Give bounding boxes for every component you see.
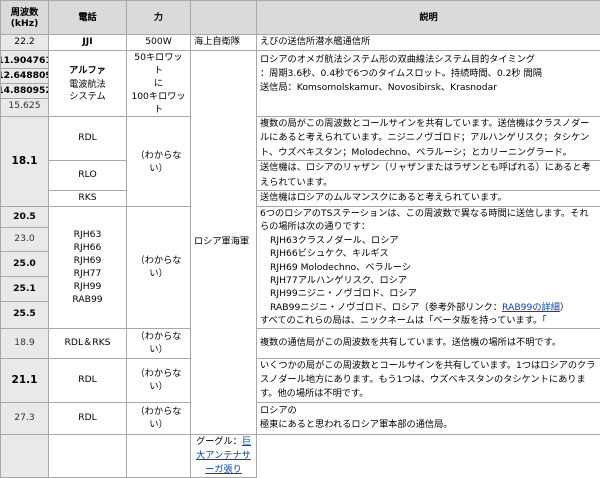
table-header-row: 周波数 (kHz) 電話 力 説明 (1, 1, 600, 35)
power-cell: （わからな い） (127, 117, 191, 207)
description-cell: ロシアの 極東にあると思われるロシア軍本部の通信局。 (257, 402, 600, 434)
frequency-cell: 21.1 (1, 358, 49, 402)
description-cell: いくつかの局がこの周波数とコールサインを共有しています。1つはロシアのクラスノダ… (257, 358, 600, 402)
power-cell: 500W (127, 35, 191, 51)
header-frequency: 周波数 (kHz) (1, 1, 49, 35)
table-row: 11.904761 12.648809 14.880952 15.625 アルフ… (1, 51, 600, 117)
power-cell: （わからな い） (127, 328, 191, 358)
description-line: 送信局：Komsomolskamur、Novosibirsk、Krasnodar (260, 81, 597, 95)
call-cell: RKS (49, 191, 127, 207)
frequency-cell: 27.3 (1, 402, 49, 434)
frequency-cell: 18.9 (1, 328, 49, 358)
call-cell: RLO (49, 161, 127, 191)
frequency-cell: 22.2 (1, 35, 49, 51)
frequency-cell: 20.5 23.0 25.0 25.1 25.5 (1, 207, 49, 329)
table-row: 18.1 RDL （わからな い） 複数の局がこの周波数とコールサインを共有して… (1, 117, 600, 161)
header-power: 力 (127, 1, 191, 35)
table-row: 18.9 RDL＆RKS （わからな い） 複数の通信局がこの周波数を共有してい… (1, 328, 600, 358)
station-item: RJH99ニジニ・ノヴゴロド、ロシア (260, 287, 597, 300)
station-item: RJH63クラスノダール、ロシア (260, 234, 597, 247)
call-subtitle: 電波航法 システム (52, 79, 123, 103)
frequency-cell: 18.1 (1, 117, 49, 207)
frequency-value: 15.625 (1, 98, 48, 113)
frequency-cell: 11.904761 12.648809 14.880952 15.625 (1, 51, 49, 117)
station-item: RJH69 Molodechno、ベラルーシ (260, 261, 597, 274)
frequency-value: 23.0 (1, 227, 48, 251)
power-cell: （わからな い） (127, 358, 191, 402)
description-cell: 6つのロシアのTSステーションは、この周波数で異なる時間に送信します。それらの場… (257, 207, 600, 329)
frequency-value: 20.5 (1, 208, 48, 227)
description-cell: 送信機は、ロシアのリャザン（リャザンまたはラザンとも呼ばれる）にあると考えられて… (257, 161, 600, 191)
description-outro: すべてのこれらの局は、ニックネームは「ベータ版を持っています。「 (260, 314, 597, 327)
description-line: ：周期3.6秒、0.4秒で6つのタイムスロット。持続時間、0.2秒 間隔 (260, 67, 597, 81)
call-cell: JJI (49, 35, 127, 51)
power-cell: （わからな い） (127, 207, 191, 329)
call-cell: RDL (49, 402, 127, 434)
power-cell: （わからな い） (127, 402, 191, 434)
frequency-value: 25.1 (1, 276, 48, 301)
operator-cell: 海上自衛隊 (191, 35, 257, 51)
description-cell: グーグル：巨大アンテナサーガ張り (191, 434, 257, 478)
rab99-link[interactable]: RAB99の詳細 (502, 302, 560, 313)
table-row: 21.1 RDL （わからな い） いくつかの局がこの周波数とコールサインを共有… (1, 358, 600, 402)
header-operator (191, 1, 257, 35)
description-cell: 複数の局がこの周波数とコールサインを共有しています。送信機はクラスノダールにある… (257, 117, 600, 161)
table-row: RLO 送信機は、ロシアのリャザン（リャザンまたはラザンとも呼ばれる）にあると考… (1, 161, 600, 191)
power-cell (127, 434, 191, 478)
table-row: 20.5 23.0 25.0 25.1 25.5 RJH63 RJH66 RJH… (1, 207, 600, 329)
table-row: RKS 送信機はロシアのムルマンスクにあると考えられています。 (1, 191, 600, 207)
call-cell: RDL＆RKS (49, 328, 127, 358)
call-cell: RDL (49, 117, 127, 161)
frequency-value: 25.0 (1, 251, 48, 276)
description-line: ロシアのオメガ航法システム形の双曲線法システム目的タイミング (260, 53, 597, 67)
call-cell: RJH63 RJH66 RJH69 RJH77 RJH99 RAB99 (49, 207, 127, 329)
frequency-value: 11.904761 (1, 54, 48, 68)
frequency-value: 25.5 (1, 301, 48, 327)
description-cell: ロシアのオメガ航法システム形の双曲線法システム目的タイミング ：周期3.6秒、0… (257, 51, 600, 117)
frequency-table: 周波数 (kHz) 電話 力 説明 22.2 JJI 500W 海上自衛隊 えび… (0, 0, 600, 478)
call-cell: アルファ 電波航法 システム (49, 51, 127, 117)
description-cell: 送信機はロシアのムルマンスクにあると考えられています。 (257, 191, 600, 207)
description-cell: えびの送信所潜水艦通信所 (257, 35, 600, 51)
header-description: 説明 (257, 1, 600, 35)
description-cell: 複数の通信局がこの周波数を共有しています。送信機の場所は不明です。 (257, 328, 600, 358)
header-call: 電話 (49, 1, 127, 35)
description-intro: 6つのロシアのTSステーションは、この周波数で異なる時間に送信します。それらの場… (260, 207, 597, 234)
station-item: RJH66ビシュケク、キルギス (260, 247, 597, 260)
shared-operator-cell: ロシア軍海軍 (191, 51, 257, 435)
table-row: グーグル：巨大アンテナサーガ張り (1, 434, 600, 478)
station-item: RAB99ニジニ・ノヴゴロド、ロシア（参考外部リンク：RAB99の詳細） (260, 301, 597, 314)
call-cell: RDL (49, 358, 127, 402)
call-cell (49, 434, 127, 478)
frequency-cell (1, 434, 49, 478)
frequency-value: 12.648809 (1, 68, 48, 83)
frequency-value: 14.880952 (1, 83, 48, 98)
power-cell: 50キロワット に 100キロワット (127, 51, 191, 117)
table-row: 22.2 JJI 500W 海上自衛隊 えびの送信所潜水艦通信所 (1, 35, 600, 51)
station-item: RJH77アルハンゲリスク、ロシア (260, 274, 597, 287)
table-row: 27.3 RDL （わからな い） ロシアの 極東にあると思われるロシア軍本部の… (1, 402, 600, 434)
call-title: アルファ (52, 64, 123, 78)
